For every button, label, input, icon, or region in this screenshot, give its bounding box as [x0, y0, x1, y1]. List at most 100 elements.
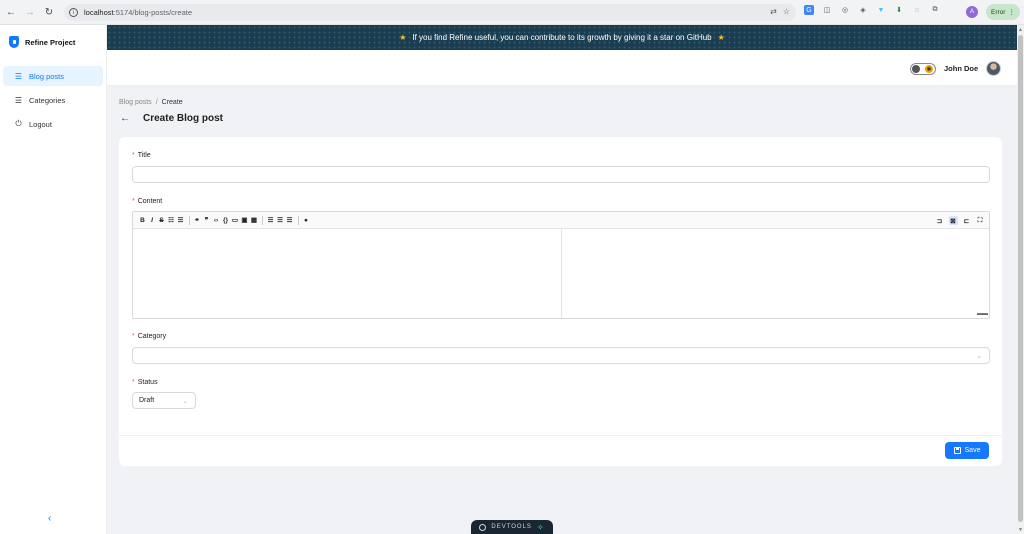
fullscreen-icon[interactable]: ⛶ — [976, 216, 985, 225]
extension-icon[interactable]: ◌ — [912, 5, 922, 15]
category-label: * Category — [132, 333, 166, 340]
preview-mode-icon[interactable]: ⊏ — [962, 216, 971, 225]
extension-icon[interactable]: ◈ — [858, 5, 868, 15]
resize-handle-icon[interactable]: ▬▬ — [977, 311, 988, 317]
help-icon[interactable]: ● — [302, 216, 311, 225]
comment-icon[interactable]: ▭ — [231, 216, 240, 225]
content-label-text: Content — [137, 198, 163, 205]
extension-icon[interactable]: ◎ — [840, 5, 850, 15]
category-label-text: Category — [137, 333, 167, 340]
card-footer-divider — [119, 435, 1002, 436]
scroll-up-icon[interactable]: ▲ — [1018, 27, 1023, 33]
star-icon: ★ — [399, 33, 407, 42]
live-mode-icon[interactable]: ⊠ — [948, 216, 958, 225]
code-block-icon[interactable]: {} — [221, 216, 230, 225]
devtools-label: DEVTOOLS — [491, 524, 532, 530]
sidebar-item-logout[interactable]: ⏻ Logout — [3, 114, 103, 134]
required-mark: * — [132, 152, 135, 159]
github-star-banner[interactable]: ★ If you find Refine useful, you can con… — [107, 25, 1017, 50]
status-label: * Status — [132, 379, 158, 386]
page-header: ← Create Blog post — [119, 113, 223, 124]
devtools-diamond-icon: ✧ — [536, 522, 545, 532]
forward-icon[interactable]: → — [22, 4, 38, 20]
user-avatar[interactable] — [986, 61, 1001, 76]
brand[interactable]: Refine Project — [0, 25, 106, 59]
title-input[interactable] — [132, 166, 990, 183]
devtools-button[interactable]: DEVTOOLS ✧ — [471, 520, 553, 534]
ordered-list-icon[interactable]: ☰ — [276, 216, 285, 225]
category-select[interactable]: ⌄ — [132, 347, 990, 364]
status-label-text: Status — [137, 379, 158, 386]
editor-input-pane[interactable] — [133, 229, 562, 318]
quote-icon[interactable]: ❞ — [202, 216, 211, 225]
sun-icon: ✺ — [925, 65, 933, 73]
url-text: localhost:5174/blog-posts/create — [84, 8, 192, 17]
strikethrough-icon[interactable]: S — [157, 216, 166, 225]
status-select[interactable]: Draft ⌄ — [132, 392, 196, 409]
banner-text: If you find Refine useful, you can contr… — [412, 33, 712, 42]
star-icon: ★ — [717, 33, 725, 42]
brand-name: Refine Project — [25, 37, 76, 47]
puzzle-icon[interactable]: ⧉ — [930, 5, 940, 15]
back-icon[interactable]: ← — [3, 4, 19, 20]
image-icon[interactable]: ▣ — [240, 216, 249, 225]
back-arrow-icon[interactable]: ← — [119, 113, 131, 124]
editor-toolbar: B I S ☷ ☰ ⚭ ❞ ‹› {} ▭ ▣ ▦ ☰ ☰ ☰ ● ⊐ ⊠ ⊏ … — [133, 212, 989, 229]
scrollbar-thumb[interactable] — [1018, 35, 1023, 522]
markdown-editor: B I S ☷ ☰ ⚭ ❞ ‹› {} ▭ ▣ ▦ ☰ ☰ ☰ ● ⊐ ⊠ ⊏ … — [132, 211, 990, 319]
refine-logo-icon — [479, 523, 487, 531]
chevron-down-icon: ⌄ — [976, 353, 982, 360]
sidebar-item-label: Categories — [29, 95, 66, 105]
link-icon[interactable]: ⚭ — [193, 216, 202, 225]
save-button[interactable]: Save — [945, 442, 989, 459]
checklist-icon[interactable]: ☰ — [285, 216, 294, 225]
sidebar-item-blog-posts[interactable]: ☰ Blog posts — [3, 66, 103, 86]
breadcrumb-separator: / — [155, 99, 158, 106]
collapse-sidebar-button[interactable]: ‹ — [48, 513, 51, 524]
address-bar[interactable]: i localhost:5174/blog-posts/create ⇄ ☆ — [64, 4, 796, 21]
page-title: Create Blog post — [143, 113, 224, 124]
kebab-icon: ⋮ — [1008, 9, 1015, 16]
reload-icon[interactable]: ↻ — [41, 4, 57, 20]
error-label: Error — [991, 8, 1006, 16]
logout-icon: ⏻ — [15, 119, 22, 128]
code-icon[interactable]: ‹› — [212, 216, 221, 225]
top-header: ✺ John Doe — [107, 50, 1017, 86]
edit-mode-icon[interactable]: ⊐ — [935, 216, 944, 225]
create-form-card: * Title * Content B I S ☷ ☰ ⚭ ❞ ‹› {} ▭ ▣ … — [119, 137, 1002, 466]
list-icon: ☰ — [14, 95, 23, 105]
chevron-down-icon: ⌄ — [182, 398, 188, 405]
italic-icon[interactable]: I — [148, 216, 157, 225]
title-label: * Title — [132, 152, 151, 159]
url-host: localhost — [84, 8, 114, 17]
scroll-down-icon[interactable]: ▼ — [1018, 527, 1023, 533]
profile-avatar[interactable]: A — [966, 6, 978, 18]
extension-icon[interactable]: G — [804, 5, 814, 15]
heading-icon[interactable]: ☰ — [176, 216, 185, 225]
download-icon[interactable]: ⬇ — [894, 5, 904, 15]
sidebar-item-categories[interactable]: ☰ Categories — [3, 90, 103, 110]
site-info-icon[interactable]: i — [69, 8, 78, 17]
sidebar-item-label: Logout — [29, 119, 52, 129]
required-mark: * — [132, 379, 135, 386]
breadcrumb-parent-link[interactable]: Blog posts — [119, 99, 152, 106]
title-label-text: Title — [137, 152, 151, 159]
extension-icon[interactable]: ◫ — [822, 5, 832, 15]
sidebar: Refine Project ☰ Blog posts ☰ Categories… — [0, 25, 107, 534]
translate-icon[interactable]: ⇄ — [770, 7, 777, 16]
table-icon[interactable]: ▦ — [250, 216, 259, 225]
horizontal-rule-icon[interactable]: ☷ — [167, 216, 176, 225]
bold-icon[interactable]: B — [138, 216, 147, 225]
user-name: John Doe — [944, 64, 979, 73]
toolbar-divider — [297, 215, 299, 225]
bookmark-star-icon[interactable]: ☆ — [783, 7, 790, 16]
theme-toggle[interactable]: ✺ — [910, 63, 936, 75]
unordered-list-icon[interactable]: ☰ — [266, 216, 275, 225]
brand-logo-icon — [9, 36, 19, 48]
extension-icon[interactable]: ▼ — [876, 5, 886, 15]
sidebar-menu: ☰ Blog posts ☰ Categories ⏻ Logout — [0, 59, 106, 134]
error-button[interactable]: Error ⋮ — [986, 4, 1020, 20]
browser-toolbar: ← → ↻ i localhost:5174/blog-posts/create… — [0, 0, 1024, 25]
toolbar-divider — [262, 215, 263, 225]
page-scrollbar[interactable]: ▲ ▼ — [1017, 25, 1024, 534]
